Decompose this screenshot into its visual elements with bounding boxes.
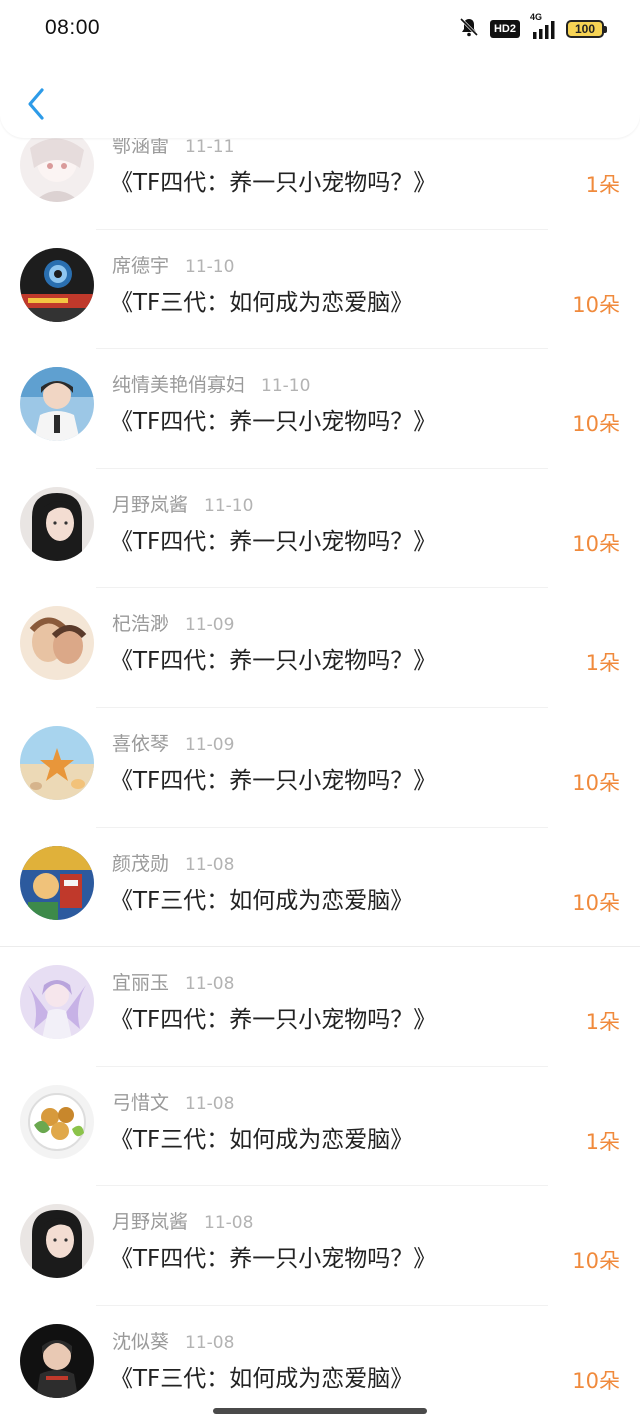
list-item[interactable]: 宜丽玉 11-08 《TF四代：养一只小宠物吗？》 1朵 bbox=[0, 947, 640, 1067]
list-item[interactable]: 喜依琴 11-09 《TF四代：养一只小宠物吗？》 10朵 bbox=[0, 708, 640, 828]
sender-meta: 宜丽玉 11-08 bbox=[112, 971, 234, 996]
sender-name: 月野岚酱 bbox=[112, 1211, 189, 1234]
avatar bbox=[20, 845, 94, 920]
sender-name: 杞浩渺 bbox=[112, 613, 170, 636]
gift-record-list: 鄂涵雷 11-11 《TF四代：养一只小宠物吗？》 1朵 席德宇 11-10 《TF… bbox=[0, 110, 640, 1426]
status-icons: HD2 4G 100 bbox=[458, 12, 607, 42]
gift-date: 11-11 bbox=[185, 137, 235, 157]
sender-meta: 弓惜文 11-08 bbox=[112, 1091, 234, 1116]
work-title: 《TF四代：养一只小宠物吗？》 bbox=[110, 409, 437, 436]
sender-meta: 月野岚酱 11-10 bbox=[112, 493, 253, 518]
sender-name: 鄂涵雷 bbox=[112, 135, 170, 157]
status-time: 08:00 bbox=[45, 16, 101, 39]
gift-amount: 10朵 bbox=[572, 1249, 620, 1274]
sender-meta: 纯情美艳俏寡妇 11-10 bbox=[112, 373, 310, 398]
sender-meta: 杞浩渺 11-09 bbox=[112, 612, 234, 637]
gift-amount: 10朵 bbox=[572, 890, 620, 915]
home-indicator[interactable] bbox=[213, 1408, 427, 1414]
work-title: 《TF四代：养一只小宠物吗？》 bbox=[110, 170, 437, 196]
avatar bbox=[20, 965, 94, 1040]
work-title: 《TF三代：如何成为恋爱脑》 bbox=[110, 1365, 414, 1392]
sender-name: 沈似葵 bbox=[112, 1330, 170, 1353]
list-item[interactable]: 席德宇 11-10 《TF三代：如何成为恋爱脑》 10朵 bbox=[0, 230, 640, 350]
gift-amount: 1朵 bbox=[585, 1010, 620, 1035]
mute-bell-icon bbox=[458, 16, 480, 42]
sender-name: 宜丽玉 bbox=[112, 972, 170, 995]
sender-name: 月野岚酱 bbox=[112, 493, 189, 516]
avatar bbox=[20, 367, 94, 442]
work-title: 《TF四代：养一只小宠物吗？》 bbox=[110, 648, 437, 675]
sender-meta: 颜茂勋 11-08 bbox=[112, 852, 234, 877]
gift-date: 11-08 bbox=[185, 974, 235, 995]
gift-date: 11-10 bbox=[204, 495, 254, 516]
sender-name: 弓惜文 bbox=[112, 1091, 170, 1114]
list-item[interactable]: 纯情美艳俏寡妇 11-10 《TF四代：养一只小宠物吗？》 10朵 bbox=[0, 349, 640, 469]
sender-name: 喜依琴 bbox=[112, 732, 170, 755]
gift-amount: 10朵 bbox=[572, 1368, 620, 1393]
work-title: 《TF四代：养一只小宠物吗？》 bbox=[110, 528, 437, 555]
signal-icon: 4G bbox=[530, 12, 556, 40]
avatar bbox=[20, 128, 94, 202]
list-item[interactable]: 颜茂勋 11-08 《TF三代：如何成为恋爱脑》 10朵 bbox=[0, 828, 640, 948]
gift-date: 11-09 bbox=[185, 615, 235, 636]
work-title: 《TF三代：如何成为恋爱脑》 bbox=[110, 289, 414, 316]
gift-amount: 1朵 bbox=[585, 1129, 620, 1154]
gift-date: 11-08 bbox=[185, 1332, 235, 1353]
gift-date: 11-09 bbox=[185, 734, 235, 755]
sender-meta: 喜依琴 11-09 bbox=[112, 732, 234, 757]
gift-amount: 10朵 bbox=[572, 770, 620, 795]
gift-date: 11-10 bbox=[261, 376, 311, 397]
sender-name: 席德宇 bbox=[112, 254, 170, 277]
sender-meta: 月野岚酱 11-08 bbox=[112, 1210, 253, 1235]
gift-date: 11-08 bbox=[204, 1213, 254, 1234]
gift-amount: 10朵 bbox=[572, 531, 620, 556]
sender-name: 纯情美艳俏寡妇 bbox=[112, 374, 246, 397]
list-item[interactable]: 月野岚酱 11-08 《TF四代：养一只小宠物吗？》 10朵 bbox=[0, 1186, 640, 1306]
gift-amount: 1朵 bbox=[585, 651, 620, 676]
sender-meta: 席德宇 11-10 bbox=[112, 254, 234, 279]
gift-date: 11-10 bbox=[185, 256, 235, 277]
avatar bbox=[20, 1084, 94, 1159]
gift-amount: 10朵 bbox=[572, 292, 620, 317]
work-title: 《TF三代：如何成为恋爱脑》 bbox=[110, 1126, 414, 1153]
avatar bbox=[20, 1323, 94, 1398]
top-header: 08:00 HD2 4G 100 bbox=[0, 0, 640, 138]
list-item[interactable]: 弓惜文 11-08 《TF三代：如何成为恋爱脑》 1朵 bbox=[0, 1067, 640, 1187]
work-title: 《TF四代：养一只小宠物吗？》 bbox=[110, 1246, 437, 1273]
avatar bbox=[20, 606, 94, 681]
hd-voice-badge: HD2 bbox=[489, 20, 520, 38]
gift-date: 11-08 bbox=[185, 854, 235, 875]
list-item[interactable]: 月野岚酱 11-10 《TF四代：养一只小宠物吗？》 10朵 bbox=[0, 469, 640, 589]
back-button[interactable] bbox=[16, 82, 56, 126]
work-title: 《TF三代：如何成为恋爱脑》 bbox=[110, 887, 414, 914]
gift-date: 11-08 bbox=[185, 1093, 235, 1114]
gift-amount: 10朵 bbox=[572, 412, 620, 437]
sender-meta: 沈似葵 11-08 bbox=[112, 1330, 234, 1355]
sender-name: 颜茂勋 bbox=[112, 852, 170, 875]
work-title: 《TF四代：养一只小宠物吗？》 bbox=[110, 767, 437, 794]
chevron-left-icon bbox=[28, 88, 44, 120]
avatar bbox=[20, 486, 94, 561]
avatar bbox=[20, 1204, 94, 1279]
avatar bbox=[20, 725, 94, 800]
gift-amount: 1朵 bbox=[585, 173, 620, 197]
battery-icon: 100 bbox=[566, 20, 607, 38]
work-title: 《TF四代：养一只小宠物吗？》 bbox=[110, 1007, 437, 1034]
avatar bbox=[20, 247, 94, 322]
list-item[interactable]: 杞浩渺 11-09 《TF四代：养一只小宠物吗？》 1朵 bbox=[0, 588, 640, 708]
